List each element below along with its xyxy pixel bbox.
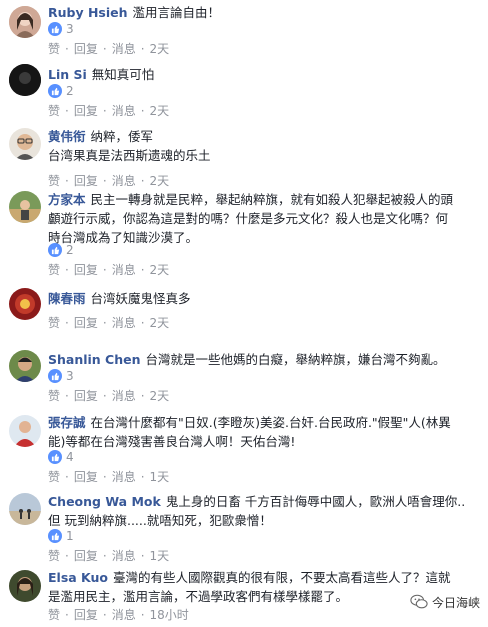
like-count[interactable]: 3 <box>48 22 74 36</box>
reply-button[interactable]: 回复 <box>74 172 98 189</box>
thumbs-up-icon <box>48 22 62 36</box>
watermark-text: 今日海峡 <box>431 595 480 610</box>
comment-actions: 赞 · 回复 · 消息 · 2天 <box>48 387 170 404</box>
comment-text-line: 能)等都在台灣殘害善良台灣人啊！天佑台灣! <box>48 434 296 449</box>
message-button[interactable]: 消息 <box>112 387 136 404</box>
like-count[interactable]: 4 <box>48 450 74 464</box>
reply-button[interactable]: 回复 <box>74 261 98 278</box>
comment-text: 在台灣什麼都有"日奴.(李瞪灰)美姿.台奸.台民政府."假聖"人(林異 <box>90 415 451 430</box>
wechat-logo-icon <box>410 594 428 609</box>
comment-author[interactable]: 陳春雨 <box>48 291 86 306</box>
message-button[interactable]: 消息 <box>112 314 136 331</box>
avatar[interactable] <box>9 493 41 525</box>
comment-text: 濫用言論自由！ <box>132 5 221 20</box>
reply-button[interactable]: 回复 <box>74 606 98 623</box>
thumbs-up-icon <box>48 243 62 257</box>
reply-button[interactable]: 回复 <box>74 468 98 485</box>
like-button[interactable]: 赞 <box>48 102 60 119</box>
like-button[interactable]: 赞 <box>48 40 60 57</box>
comment-author[interactable]: Lin Si <box>48 67 87 82</box>
avatar[interactable] <box>9 570 41 602</box>
comment-text: 台灣就是一些他媽的白癡，舉納粹旗，嫌台灣不夠亂。 <box>145 352 446 367</box>
comment-actions: 赞 · 回复 · 消息 · 1天 <box>48 547 170 564</box>
like-count[interactable]: 3 <box>48 369 74 383</box>
avatar[interactable] <box>9 415 41 447</box>
reply-button[interactable]: 回复 <box>74 387 98 404</box>
like-button[interactable]: 赞 <box>48 547 60 564</box>
like-button[interactable]: 赞 <box>48 314 60 331</box>
like-button[interactable]: 赞 <box>48 387 60 404</box>
timestamp[interactable]: 1天 <box>150 547 170 564</box>
message-button[interactable]: 消息 <box>112 261 136 278</box>
comment-feed: Ruby Hsieh 濫用言論自由！ 3 赞 · 回复 · 消息 · 2天 Lin Si… <box>0 0 488 627</box>
timestamp[interactable]: 1天 <box>150 468 170 485</box>
comment-author[interactable]: 張存誠 <box>48 415 86 430</box>
comment-text-line: 台湾果真是法西斯遗魂的乐土 <box>48 148 211 163</box>
comment-actions: 赞 · 回复 · 消息 · 2天 <box>48 314 170 331</box>
timestamp[interactable]: 2天 <box>150 40 170 57</box>
timestamp[interactable]: 2天 <box>150 261 170 278</box>
comment-author[interactable]: Ruby Hsieh <box>48 5 128 20</box>
message-button[interactable]: 消息 <box>112 102 136 119</box>
message-button[interactable]: 消息 <box>112 547 136 564</box>
like-button[interactable]: 赞 <box>48 468 60 485</box>
comment-author[interactable]: Cheong Wa Mok <box>48 494 161 509</box>
avatar[interactable] <box>9 64 41 96</box>
reply-button[interactable]: 回复 <box>74 40 98 57</box>
comment-actions: 赞 · 回复 · 消息 · 2天 <box>48 172 170 189</box>
message-button[interactable]: 消息 <box>112 606 136 623</box>
avatar[interactable] <box>9 288 41 320</box>
like-count[interactable]: 1 <box>48 529 74 543</box>
reply-button[interactable]: 回复 <box>74 547 98 564</box>
comment-text: 臺灣的有些人國際觀真的很有限，不要太高看這些人了？這就 <box>113 570 451 585</box>
avatar[interactable] <box>9 128 41 160</box>
message-button[interactable]: 消息 <box>112 40 136 57</box>
message-button[interactable]: 消息 <box>112 468 136 485</box>
timestamp[interactable]: 2天 <box>150 387 170 404</box>
timestamp[interactable]: 2天 <box>150 172 170 189</box>
thumbs-up-icon <box>48 450 62 464</box>
timestamp[interactable]: 2天 <box>150 314 170 331</box>
timestamp[interactable]: 2天 <box>150 102 170 119</box>
comment-actions: 赞 · 回复 · 消息 · 2天 <box>48 261 170 278</box>
comment-text: 纳粹，倭军 <box>90 129 154 144</box>
reply-button[interactable]: 回复 <box>74 314 98 331</box>
comment-text: 鬼上身的日畜 千方百計侮辱中國人，歐洲人唔會理你.. <box>165 494 466 509</box>
avatar[interactable] <box>9 191 41 223</box>
comment-text: 民主一轉身就是民粹，舉起納粹旗，就有如殺人犯舉起被殺人的頭 <box>90 192 454 207</box>
comment-author[interactable]: Shanlin Chen <box>48 352 141 367</box>
comment-actions: 赞 · 回复 · 消息 · 1天 <box>48 468 170 485</box>
comment-author[interactable]: Elsa Kuo <box>48 570 108 585</box>
thumbs-up-icon <box>48 369 62 383</box>
like-count[interactable]: 2 <box>48 84 74 98</box>
avatar[interactable] <box>9 350 41 382</box>
thumbs-up-icon <box>48 84 62 98</box>
like-button[interactable]: 赞 <box>48 261 60 278</box>
comment-text-line: 時台灣成為了知識沙漠了。 <box>48 230 199 245</box>
watermark: 今日海峡 <box>410 593 480 611</box>
comment-text: 無知真可怕 <box>91 67 155 82</box>
comment-text-line: 顱遊行示威，你認為這是對的嗎？什麼是多元文化？殺人也是文化嗎？何 <box>48 211 449 226</box>
like-button[interactable]: 赞 <box>48 606 60 623</box>
timestamp[interactable]: 18小时 <box>150 606 189 623</box>
avatar[interactable] <box>9 6 41 38</box>
comment-actions: 赞 · 回复 · 消息 · 2天 <box>48 102 170 119</box>
like-count[interactable]: 2 <box>48 243 74 257</box>
message-button[interactable]: 消息 <box>112 172 136 189</box>
comment-actions: 赞 · 回复 · 消息 · 2天 <box>48 40 170 57</box>
comment-author[interactable]: 方家本 <box>48 192 86 207</box>
comment-author[interactable]: 黄伟衔 <box>48 129 86 144</box>
thumbs-up-icon <box>48 529 62 543</box>
comment-actions: 赞 · 回复 · 消息 · 18小时 <box>48 606 189 623</box>
reply-button[interactable]: 回复 <box>74 102 98 119</box>
like-button[interactable]: 赞 <box>48 172 60 189</box>
comment-text-line: 但 玩到納粹旗.....就唔知死，犯歐衆憎！ <box>48 513 272 528</box>
comment-text: 台湾妖魔鬼怪真多 <box>90 291 191 306</box>
